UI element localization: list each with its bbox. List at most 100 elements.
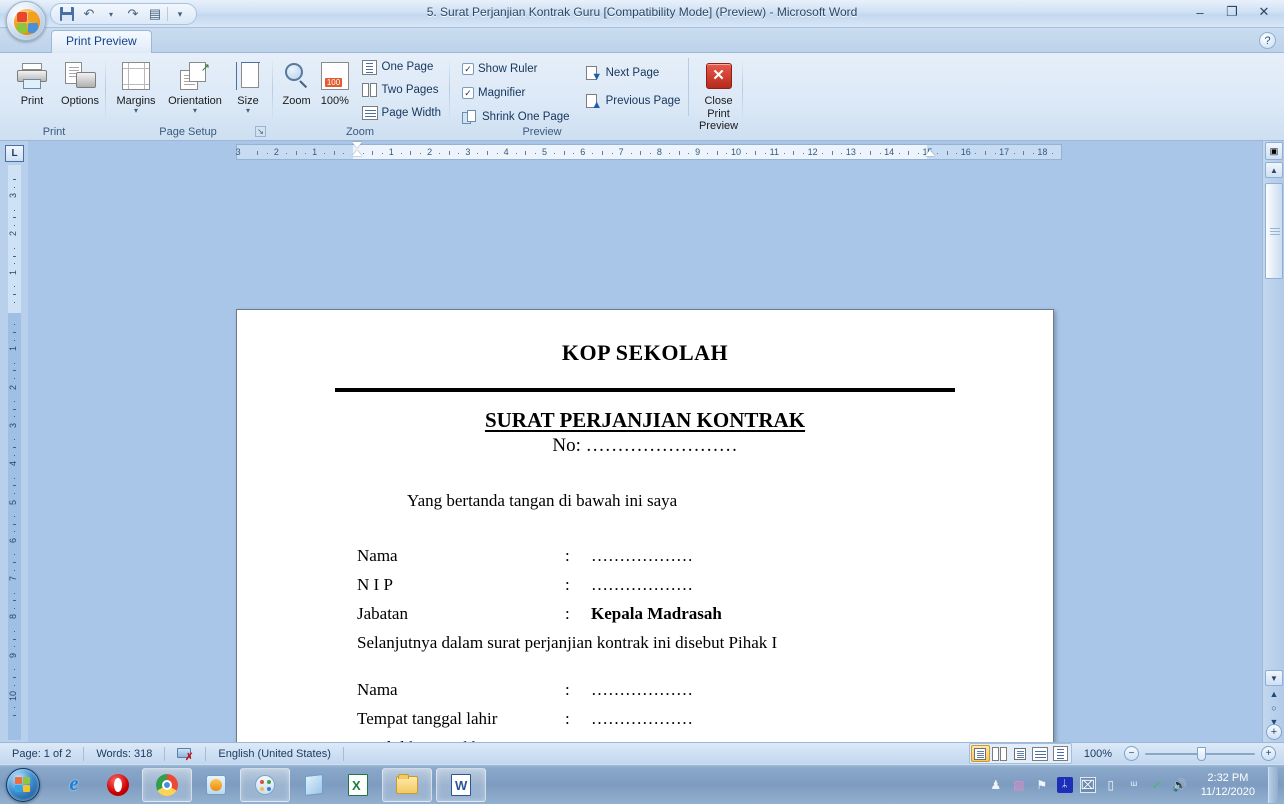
orientation-icon: ↗ bbox=[180, 59, 210, 93]
previous-page-browse-icon[interactable]: ▲ bbox=[1267, 687, 1281, 701]
margins-button[interactable]: Margins ▾ bbox=[110, 54, 162, 115]
page-width-button[interactable]: Page Width bbox=[358, 102, 445, 124]
options-button[interactable]: Options bbox=[56, 54, 104, 109]
ruler-tick bbox=[831, 151, 833, 155]
view-web-layout-button[interactable] bbox=[1011, 745, 1030, 762]
undo-dropdown-caret-icon[interactable]: ▾ bbox=[101, 5, 121, 23]
doc-lead-text: Yang bertanda tangan di bawah ini saya bbox=[407, 491, 678, 510]
ruler-dot bbox=[14, 286, 15, 288]
orientation-button[interactable]: ↗ Orientation ▾ bbox=[162, 54, 228, 115]
ruler-dot bbox=[343, 153, 345, 154]
ruler-dot bbox=[14, 186, 15, 188]
taskbar-item-paint[interactable] bbox=[240, 767, 290, 802]
margins-caret-icon[interactable]: ▾ bbox=[134, 106, 138, 114]
redo-icon[interactable]: ↷ bbox=[123, 5, 143, 23]
taskbar-item-media-player[interactable] bbox=[196, 768, 236, 802]
help-icon[interactable]: ? bbox=[1259, 32, 1276, 49]
zoom-button[interactable]: Zoom bbox=[277, 54, 316, 109]
next-page-button[interactable]: ▼ Next Page bbox=[582, 62, 685, 84]
left-indent-marker[interactable] bbox=[352, 150, 362, 156]
view-outline-button[interactable] bbox=[1031, 745, 1050, 762]
scrollbar-thumb[interactable] bbox=[1265, 183, 1283, 279]
status-page[interactable]: Page: 1 of 2 bbox=[0, 745, 83, 763]
shrink-one-page-button[interactable]: Shrink One Page bbox=[458, 106, 574, 128]
doc-field-row: Jabatan : Kepala Madrasah bbox=[357, 599, 1053, 628]
vertical-ruler[interactable]: L 3 2 1 1 2 3 4 5 6 7 8 9 10 bbox=[0, 141, 28, 742]
ruler-number: 2 bbox=[273, 147, 279, 157]
app-tray-icon[interactable]: ▧ bbox=[1011, 777, 1027, 793]
status-words[interactable]: Words: 318 bbox=[84, 745, 164, 763]
network-icon[interactable]: ✓ bbox=[1149, 777, 1165, 793]
minimize-button[interactable]: – bbox=[1186, 2, 1214, 22]
right-indent-marker[interactable] bbox=[925, 150, 935, 156]
customize-qat-icon[interactable]: ▾ bbox=[170, 5, 190, 23]
field-value: ……………… bbox=[591, 680, 693, 699]
ruler-tick bbox=[13, 293, 16, 295]
view-print-layout-button[interactable] bbox=[970, 745, 990, 762]
scrollbar-expand-icon[interactable]: + bbox=[1266, 724, 1282, 740]
field-label: Nama bbox=[357, 546, 398, 565]
zoom-slider[interactable] bbox=[1145, 746, 1255, 761]
magnifier-checkbox[interactable]: ✓ Magnifier bbox=[458, 82, 574, 104]
taskbar-item-file-explorer[interactable] bbox=[382, 767, 432, 802]
tab-stop-selector[interactable]: L bbox=[5, 145, 24, 162]
show-ruler-checkbox[interactable]: ✓ Show Ruler bbox=[458, 58, 574, 80]
taskbar-item-opera[interactable] bbox=[98, 768, 138, 802]
taskbar-item-microsoft-word[interactable] bbox=[436, 767, 486, 802]
zoom-slider-knob[interactable] bbox=[1197, 746, 1206, 761]
volume-icon[interactable]: 🔊 bbox=[1172, 777, 1188, 793]
zoom-level-label[interactable]: 100% bbox=[1078, 745, 1118, 763]
display-icon[interactable]: ⌧ bbox=[1079, 776, 1096, 793]
size-button[interactable]: Size ▾ bbox=[228, 54, 268, 115]
flag-action-center-icon[interactable]: ⚑ bbox=[1034, 777, 1050, 793]
taskbar-item-internet-explorer[interactable]: e bbox=[54, 768, 94, 802]
clock[interactable]: 2:32 PM 11/12/2020 bbox=[1195, 771, 1261, 799]
zoom-100-button[interactable]: 100 100% bbox=[316, 54, 353, 109]
signal-icon[interactable]: ᵚ bbox=[1126, 777, 1142, 793]
page-setup-dialog-launcher[interactable]: ↘ bbox=[255, 126, 266, 137]
ruler-number: 5 bbox=[8, 499, 18, 505]
start-button[interactable] bbox=[6, 767, 40, 802]
doc-header-kop: KOP SEKOLAH bbox=[561, 340, 729, 365]
ruler-tick bbox=[870, 151, 872, 155]
ruler-number: 5 bbox=[541, 147, 548, 157]
user-account-icon[interactable]: ♟ bbox=[988, 777, 1004, 793]
vertical-scrollbar[interactable]: ▣ ▲ ▼ ▲ ○ ▼ + bbox=[1262, 141, 1284, 742]
taskbar-item-google-chrome[interactable] bbox=[142, 767, 192, 802]
taskbar-item-notepad[interactable] bbox=[294, 768, 334, 802]
bluetooth-icon[interactable]: ᛦ bbox=[1056, 776, 1073, 793]
one-page-button[interactable]: One Page bbox=[358, 56, 445, 78]
print-button[interactable]: Print bbox=[8, 54, 56, 109]
orientation-caret-icon[interactable]: ▾ bbox=[193, 106, 197, 114]
select-browse-object-top-icon[interactable]: ▣ bbox=[1265, 142, 1283, 160]
ruler-dot bbox=[14, 416, 15, 418]
previous-page-button[interactable]: ▲ Previous Page bbox=[582, 90, 685, 112]
select-browse-object-icon[interactable]: ○ bbox=[1267, 701, 1281, 715]
ruler-dot bbox=[1032, 153, 1034, 154]
print-preview-icon[interactable]: ▤ bbox=[145, 5, 165, 23]
zoom-in-button[interactable]: + bbox=[1261, 746, 1276, 761]
view-draft-button[interactable] bbox=[1051, 745, 1070, 762]
view-full-screen-reading-button[interactable] bbox=[991, 745, 1010, 762]
close-button[interactable]: ✕ bbox=[1250, 2, 1278, 22]
scroll-down-arrow[interactable]: ▼ bbox=[1265, 670, 1283, 686]
restore-button[interactable]: ❐ bbox=[1218, 2, 1246, 22]
size-caret-icon[interactable]: ▾ bbox=[246, 106, 250, 114]
save-icon[interactable] bbox=[57, 5, 77, 23]
taskbar-item-excel[interactable] bbox=[338, 768, 378, 802]
first-line-indent-marker[interactable] bbox=[352, 142, 362, 148]
status-language[interactable]: English (United States) bbox=[206, 745, 343, 763]
undo-icon[interactable]: ↶ bbox=[79, 5, 99, 23]
scroll-up-arrow[interactable]: ▲ bbox=[1265, 162, 1283, 178]
show-desktop-button[interactable] bbox=[1268, 766, 1278, 803]
internet-explorer-icon: e bbox=[69, 773, 79, 795]
two-pages-button[interactable]: Two Pages bbox=[358, 79, 445, 101]
doc-field-row: N I P : ……………… bbox=[357, 570, 1053, 599]
office-button[interactable] bbox=[6, 1, 46, 41]
document-page[interactable]: KOP SEKOLAH SURAT PERJANJIAN KONTRAK No:… bbox=[236, 309, 1054, 804]
spelling-errors-icon[interactable]: ✗ bbox=[165, 745, 205, 763]
close-print-preview-button[interactable]: ✕ Close Print Preview bbox=[695, 54, 742, 134]
tab-print-preview[interactable]: Print Preview bbox=[51, 30, 152, 53]
battery-icon[interactable]: ▯ bbox=[1103, 777, 1119, 793]
zoom-out-button[interactable]: − bbox=[1124, 746, 1139, 761]
